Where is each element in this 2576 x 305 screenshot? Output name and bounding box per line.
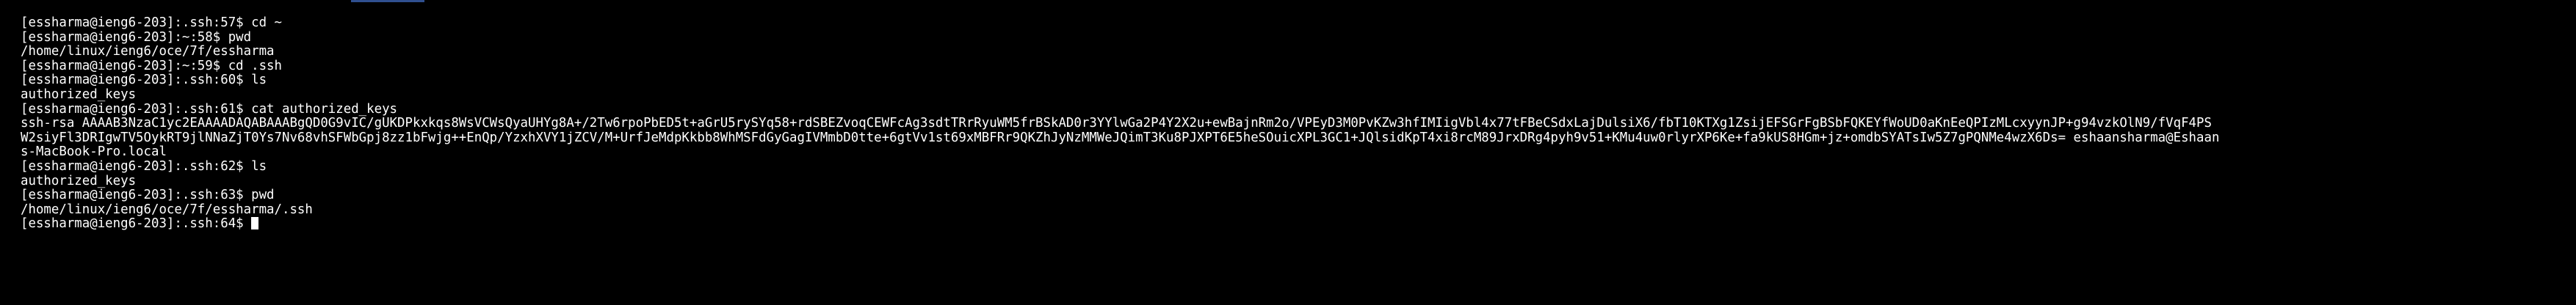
command-line: [essharma@ieng6-203]:~:58$ pwd: [21, 29, 252, 45]
text-cursor: [251, 217, 259, 230]
active-prompt-line[interactable]: [essharma@ieng6-203]:.ssh:64$: [21, 217, 2576, 232]
prompt-text: [essharma@ieng6-203]:.ssh:64$: [21, 216, 252, 232]
command-line: [essharma@ieng6-203]:.ssh:57$ cd ~: [21, 15, 282, 30]
output-line: /home/linux/ieng6/oce/7f/essharma: [21, 44, 275, 59]
terminal-window[interactable]: [essharma@ieng6-203]:.ssh:57$ cd ~ [essh…: [0, 0, 2576, 305]
command-line: [essharma@ieng6-203]:.ssh:61$ cat author…: [21, 101, 398, 117]
command-line: [essharma@ieng6-203]:.ssh:63$ pwd: [21, 188, 275, 203]
command-line: [essharma@ieng6-203]:~:59$ cd .ssh: [21, 58, 282, 73]
scroll-indicator: [351, 0, 424, 2]
output-line: ssh-rsa AAAAB3NzaC1yc2EAAAADAQABAAABgQD0…: [21, 116, 2212, 131]
output-line: s-MacBook-Pro.local: [21, 144, 167, 160]
output-line: W2siyFl3DRIgwTV5OykRT9jlNNaZjT0Ys7Nv68vh…: [21, 130, 2220, 145]
output-line: authorized_keys: [21, 87, 137, 102]
command-line: [essharma@ieng6-203]:.ssh:60$ ls: [21, 73, 267, 88]
output-line: /home/linux/ieng6/oce/7f/essharma/.ssh: [21, 202, 313, 217]
output-line: authorized_keys: [21, 173, 137, 188]
command-line: [essharma@ieng6-203]:.ssh:62$ ls: [21, 158, 267, 174]
